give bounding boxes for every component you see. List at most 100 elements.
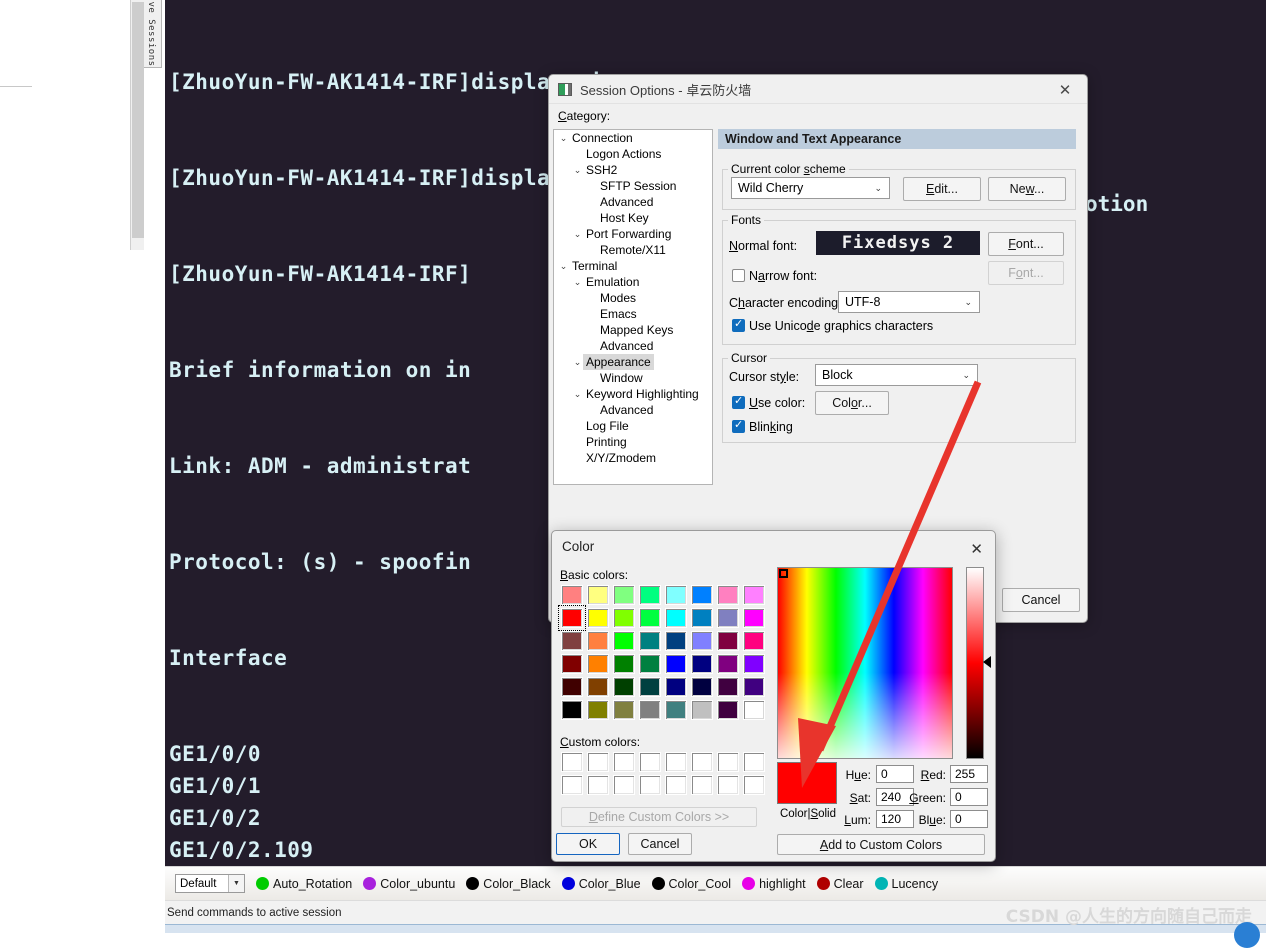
chevron-down-icon[interactable]: ▼ (228, 875, 244, 892)
category-tree-item[interactable]: Mapped Keys (554, 322, 712, 338)
use-color-checkbox[interactable] (732, 394, 745, 409)
basic-color-swatch[interactable] (665, 654, 687, 674)
chevron-down-icon[interactable]: ⌄ (572, 274, 583, 290)
basic-color-swatch[interactable] (561, 654, 583, 674)
category-tree-item[interactable]: ⌄ Emulation (554, 274, 712, 290)
custom-color-slot[interactable] (691, 752, 713, 772)
category-tree-item[interactable]: ⌄ Connection (554, 130, 712, 146)
basic-color-swatch[interactable] (691, 677, 713, 697)
button-bar-chip[interactable]: Color_Blue (561, 877, 641, 891)
cursor-style-select[interactable]: Block ⌄ (815, 364, 978, 386)
color-ok-button[interactable]: OK (556, 833, 620, 855)
chevron-down-icon[interactable]: ⌄ (572, 162, 583, 178)
button-bar-chip[interactable]: Color_ubuntu (363, 877, 455, 891)
custom-color-slot[interactable] (665, 775, 687, 795)
new-scheme-button[interactable]: New... (988, 177, 1066, 201)
chevron-down-icon[interactable]: ⌄ (572, 226, 583, 242)
basic-color-swatch[interactable] (743, 700, 765, 720)
basic-color-swatch[interactable] (743, 654, 765, 674)
custom-color-slot[interactable] (561, 775, 583, 795)
basic-colors-grid[interactable] (558, 585, 765, 720)
custom-color-slot[interactable] (691, 775, 713, 795)
session-cancel-button[interactable]: Cancel (1002, 588, 1080, 612)
basic-color-swatch[interactable] (665, 700, 687, 720)
basic-color-swatch[interactable] (613, 585, 635, 605)
category-tree-item[interactable]: SFTP Session (554, 178, 712, 194)
category-tree-item[interactable]: Host Key (554, 210, 712, 226)
session-dialog-titlebar[interactable]: Session Options - 卓云防火墙 ✕ (549, 75, 1087, 104)
button-bar-chip[interactable]: Color_Black (466, 877, 551, 891)
basic-color-swatch[interactable] (665, 631, 687, 651)
basic-color-swatch[interactable] (639, 654, 661, 674)
custom-color-slot[interactable] (587, 752, 609, 772)
add-to-custom-colors-button[interactable]: Add to Custom Colors (777, 834, 985, 855)
basic-color-swatch[interactable] (743, 585, 765, 605)
basic-color-swatch[interactable] (717, 608, 739, 628)
encoding-select[interactable]: UTF-8 ⌄ (838, 291, 980, 313)
basic-color-swatch[interactable] (613, 677, 635, 697)
terminal-scrollbar-thumb[interactable] (132, 2, 144, 238)
button-bar-chip[interactable]: Clear (816, 877, 864, 891)
button-bar-chip[interactable]: Color_Cool (651, 877, 731, 891)
custom-color-slot[interactable] (639, 752, 661, 772)
custom-color-slot[interactable] (561, 752, 583, 772)
category-tree-item[interactable]: Logon Actions (554, 146, 712, 162)
basic-color-swatch[interactable] (561, 677, 583, 697)
basic-color-swatch[interactable] (717, 585, 739, 605)
blue-input[interactable]: 0 (950, 810, 988, 828)
basic-color-swatch[interactable] (613, 654, 635, 674)
unicode-graphics-checkbox[interactable] (732, 317, 745, 332)
normal-font-button[interactable]: Font... (988, 232, 1064, 256)
basic-color-swatch[interactable] (558, 605, 586, 631)
basic-color-swatch[interactable] (613, 631, 635, 651)
category-tree-item[interactable]: ⌄ Keyword Highlighting (554, 386, 712, 402)
edit-scheme-button[interactable]: Edit... (903, 177, 981, 201)
category-tree-item[interactable]: Window (554, 370, 712, 386)
basic-color-swatch[interactable] (717, 631, 739, 651)
basic-color-swatch[interactable] (717, 677, 739, 697)
basic-color-swatch[interactable] (743, 677, 765, 697)
basic-color-swatch[interactable] (743, 631, 765, 651)
color-dialog-titlebar[interactable]: Color ✕ (552, 531, 995, 561)
category-tree[interactable]: ⌄ Connection Logon Actions ⌄ SSH2 SFTP Sessio… (553, 129, 713, 485)
category-tree-item[interactable]: X/Y/Zmodem (554, 450, 712, 466)
hue-saturation-field[interactable] (777, 567, 953, 759)
category-tree-item[interactable]: Advanced (554, 194, 712, 210)
basic-color-swatch[interactable] (691, 585, 713, 605)
button-bar-chip[interactable]: Auto_Rotation (256, 877, 352, 891)
category-tree-item[interactable]: ⌄ Terminal (554, 258, 712, 274)
button-bar-select[interactable]: Default ▼ (175, 874, 245, 893)
luminance-marker[interactable] (983, 656, 991, 668)
basic-color-swatch[interactable] (587, 585, 609, 605)
custom-color-slot[interactable] (613, 752, 635, 772)
basic-color-swatch[interactable] (561, 700, 583, 720)
color-scheme-select[interactable]: Wild Cherry ⌄ (731, 177, 890, 199)
basic-color-swatch[interactable] (743, 608, 765, 628)
close-icon[interactable]: ✕ (970, 540, 983, 558)
category-tree-item[interactable]: Log File (554, 418, 712, 434)
category-tree-item[interactable]: ⌄ Port Forwarding (554, 226, 712, 242)
narrow-font-checkbox[interactable] (732, 269, 745, 282)
basic-color-swatch[interactable] (665, 585, 687, 605)
basic-color-swatch[interactable] (691, 654, 713, 674)
basic-color-swatch[interactable] (639, 608, 661, 628)
close-icon[interactable]: ✕ (1043, 75, 1087, 104)
cursor-color-button[interactable]: Color... (815, 391, 889, 415)
category-tree-item[interactable]: ⌄ Appearance (554, 354, 712, 370)
basic-color-swatch[interactable] (691, 631, 713, 651)
basic-color-swatch[interactable] (665, 677, 687, 697)
luminance-strip[interactable] (966, 567, 984, 759)
category-tree-item[interactable]: Modes (554, 290, 712, 306)
custom-color-slot[interactable] (665, 752, 687, 772)
category-tree-item[interactable]: Printing (554, 434, 712, 450)
basic-color-swatch[interactable] (587, 700, 609, 720)
button-bar-chip[interactable]: Lucency (874, 877, 938, 891)
custom-color-slot[interactable] (587, 775, 609, 795)
basic-color-swatch[interactable] (639, 677, 661, 697)
basic-color-swatch[interactable] (639, 585, 661, 605)
basic-color-swatch[interactable] (561, 631, 583, 651)
chevron-down-icon[interactable]: ⌄ (572, 354, 583, 370)
color-cancel-button[interactable]: Cancel (628, 833, 692, 855)
basic-color-swatch[interactable] (639, 700, 661, 720)
category-tree-item[interactable]: Advanced (554, 402, 712, 418)
